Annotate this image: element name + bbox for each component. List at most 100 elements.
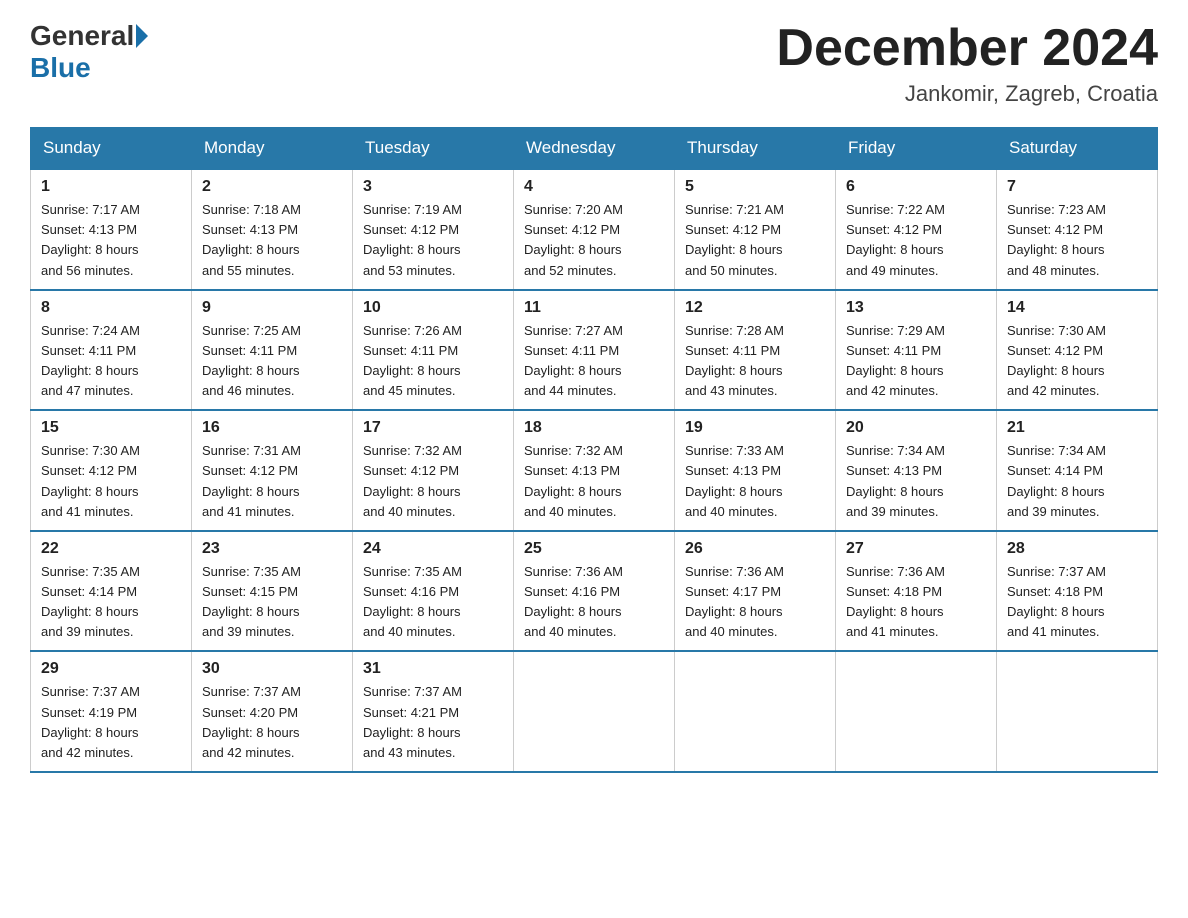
logo-general-text: General bbox=[30, 20, 134, 52]
day-info: Sunrise: 7:19 AMSunset: 4:12 PMDaylight:… bbox=[363, 200, 503, 281]
day-number: 11 bbox=[524, 299, 664, 317]
day-info: Sunrise: 7:37 AMSunset: 4:19 PMDaylight:… bbox=[41, 682, 181, 763]
day-cell-13: 13 Sunrise: 7:29 AMSunset: 4:11 PMDayligh… bbox=[836, 290, 997, 411]
day-number: 18 bbox=[524, 419, 664, 437]
day-info: Sunrise: 7:33 AMSunset: 4:13 PMDaylight:… bbox=[685, 441, 825, 522]
day-number: 13 bbox=[846, 299, 986, 317]
day-cell-8: 8 Sunrise: 7:24 AMSunset: 4:11 PMDaylight… bbox=[31, 290, 192, 411]
day-cell-24: 24Sunrise: 7:35 AMSunset: 4:16 PMDayligh… bbox=[353, 531, 514, 652]
day-number: 6 bbox=[846, 178, 986, 196]
day-number: 27 bbox=[846, 540, 986, 558]
empty-cell bbox=[675, 651, 836, 772]
day-number: 7 bbox=[1007, 178, 1147, 196]
day-cell-16: 16 Sunrise: 7:31 AMSunset: 4:12 PMDayligh… bbox=[192, 410, 353, 531]
month-title: December 2024 bbox=[776, 20, 1158, 77]
week-row-4: 22Sunrise: 7:35 AMSunset: 4:14 PMDayligh… bbox=[31, 531, 1158, 652]
weekday-header-row: SundayMondayTuesdayWednesdayThursdayFrid… bbox=[31, 128, 1158, 170]
day-cell-15: 15 Sunrise: 7:30 AMSunset: 4:12 PMDayligh… bbox=[31, 410, 192, 531]
day-number: 20 bbox=[846, 419, 986, 437]
day-info: Sunrise: 7:34 AMSunset: 4:13 PMDaylight:… bbox=[846, 441, 986, 522]
day-cell-1: 1Sunrise: 7:17 AMSunset: 4:13 PMDaylight… bbox=[31, 169, 192, 290]
logo-blue-text: Blue bbox=[30, 52, 91, 83]
day-info: Sunrise: 7:32 AMSunset: 4:12 PMDaylight:… bbox=[363, 441, 503, 522]
day-number: 14 bbox=[1007, 299, 1147, 317]
day-number: 30 bbox=[202, 660, 342, 678]
weekday-header-saturday: Saturday bbox=[997, 128, 1158, 170]
day-number: 15 bbox=[41, 419, 181, 437]
day-info: Sunrise: 7:30 AMSunset: 4:12 PMDaylight:… bbox=[41, 441, 181, 522]
day-number: 8 bbox=[41, 299, 181, 317]
day-info: Sunrise: 7:35 AMSunset: 4:15 PMDaylight:… bbox=[202, 562, 342, 643]
day-info: Sunrise: 7:29 AMSunset: 4:11 PMDaylight:… bbox=[846, 321, 986, 402]
weekday-header-wednesday: Wednesday bbox=[514, 128, 675, 170]
empty-cell bbox=[514, 651, 675, 772]
day-number: 24 bbox=[363, 540, 503, 558]
day-cell-11: 11 Sunrise: 7:27 AMSunset: 4:11 PMDayligh… bbox=[514, 290, 675, 411]
day-number: 21 bbox=[1007, 419, 1147, 437]
day-number: 31 bbox=[363, 660, 503, 678]
day-number: 25 bbox=[524, 540, 664, 558]
title-section: December 2024 Jankomir, Zagreb, Croatia bbox=[776, 20, 1158, 107]
calendar-table: SundayMondayTuesdayWednesdayThursdayFrid… bbox=[30, 127, 1158, 773]
day-info: Sunrise: 7:32 AMSunset: 4:13 PMDaylight:… bbox=[524, 441, 664, 522]
week-row-1: 1Sunrise: 7:17 AMSunset: 4:13 PMDaylight… bbox=[31, 169, 1158, 290]
day-cell-14: 14 Sunrise: 7:30 AMSunset: 4:12 PMDayligh… bbox=[997, 290, 1158, 411]
day-info: Sunrise: 7:31 AMSunset: 4:12 PMDaylight:… bbox=[202, 441, 342, 522]
day-info: Sunrise: 7:37 AMSunset: 4:20 PMDaylight:… bbox=[202, 682, 342, 763]
day-cell-29: 29 Sunrise: 7:37 AMSunset: 4:19 PMDayligh… bbox=[31, 651, 192, 772]
day-info: Sunrise: 7:26 AMSunset: 4:11 PMDaylight:… bbox=[363, 321, 503, 402]
day-cell-23: 23 Sunrise: 7:35 AMSunset: 4:15 PMDayligh… bbox=[192, 531, 353, 652]
day-info: Sunrise: 7:34 AMSunset: 4:14 PMDaylight:… bbox=[1007, 441, 1147, 522]
day-cell-12: 12Sunrise: 7:28 AMSunset: 4:11 PMDayligh… bbox=[675, 290, 836, 411]
day-cell-3: 3Sunrise: 7:19 AMSunset: 4:12 PMDaylight… bbox=[353, 169, 514, 290]
day-cell-9: 9Sunrise: 7:25 AMSunset: 4:11 PMDaylight… bbox=[192, 290, 353, 411]
day-info: Sunrise: 7:27 AMSunset: 4:11 PMDaylight:… bbox=[524, 321, 664, 402]
week-row-5: 29 Sunrise: 7:37 AMSunset: 4:19 PMDayligh… bbox=[31, 651, 1158, 772]
day-cell-19: 19 Sunrise: 7:33 AMSunset: 4:13 PMDayligh… bbox=[675, 410, 836, 531]
day-info: Sunrise: 7:36 AMSunset: 4:17 PMDaylight:… bbox=[685, 562, 825, 643]
day-cell-5: 5 Sunrise: 7:21 AMSunset: 4:12 PMDaylight… bbox=[675, 169, 836, 290]
day-info: Sunrise: 7:37 AMSunset: 4:21 PMDaylight:… bbox=[363, 682, 503, 763]
day-cell-28: 28Sunrise: 7:37 AMSunset: 4:18 PMDayligh… bbox=[997, 531, 1158, 652]
day-info: Sunrise: 7:36 AMSunset: 4:16 PMDaylight:… bbox=[524, 562, 664, 643]
weekday-header-friday: Friday bbox=[836, 128, 997, 170]
day-cell-7: 7 Sunrise: 7:23 AMSunset: 4:12 PMDaylight… bbox=[997, 169, 1158, 290]
day-number: 17 bbox=[363, 419, 503, 437]
day-cell-27: 27 Sunrise: 7:36 AMSunset: 4:18 PMDayligh… bbox=[836, 531, 997, 652]
day-cell-21: 21 Sunrise: 7:34 AMSunset: 4:14 PMDayligh… bbox=[997, 410, 1158, 531]
week-row-3: 15 Sunrise: 7:30 AMSunset: 4:12 PMDayligh… bbox=[31, 410, 1158, 531]
page-header: General Blue December 2024 Jankomir, Zag… bbox=[30, 20, 1158, 107]
day-number: 4 bbox=[524, 178, 664, 196]
day-cell-4: 4 Sunrise: 7:20 AMSunset: 4:12 PMDaylight… bbox=[514, 169, 675, 290]
day-cell-17: 17 Sunrise: 7:32 AMSunset: 4:12 PMDayligh… bbox=[353, 410, 514, 531]
weekday-header-tuesday: Tuesday bbox=[353, 128, 514, 170]
day-number: 26 bbox=[685, 540, 825, 558]
day-info: Sunrise: 7:17 AMSunset: 4:13 PMDaylight:… bbox=[41, 200, 181, 281]
logo: General Blue bbox=[30, 20, 150, 84]
day-number: 10 bbox=[363, 299, 503, 317]
day-info: Sunrise: 7:22 AMSunset: 4:12 PMDaylight:… bbox=[846, 200, 986, 281]
day-cell-30: 30 Sunrise: 7:37 AMSunset: 4:20 PMDayligh… bbox=[192, 651, 353, 772]
weekday-header-sunday: Sunday bbox=[31, 128, 192, 170]
day-cell-20: 20 Sunrise: 7:34 AMSunset: 4:13 PMDayligh… bbox=[836, 410, 997, 531]
day-number: 2 bbox=[202, 178, 342, 196]
day-number: 16 bbox=[202, 419, 342, 437]
weekday-header-monday: Monday bbox=[192, 128, 353, 170]
day-number: 5 bbox=[685, 178, 825, 196]
day-number: 29 bbox=[41, 660, 181, 678]
day-cell-22: 22Sunrise: 7:35 AMSunset: 4:14 PMDayligh… bbox=[31, 531, 192, 652]
day-info: Sunrise: 7:23 AMSunset: 4:12 PMDaylight:… bbox=[1007, 200, 1147, 281]
day-info: Sunrise: 7:35 AMSunset: 4:14 PMDaylight:… bbox=[41, 562, 181, 643]
day-number: 23 bbox=[202, 540, 342, 558]
logo-arrow-icon bbox=[136, 24, 148, 48]
day-cell-18: 18 Sunrise: 7:32 AMSunset: 4:13 PMDayligh… bbox=[514, 410, 675, 531]
day-info: Sunrise: 7:20 AMSunset: 4:12 PMDaylight:… bbox=[524, 200, 664, 281]
day-info: Sunrise: 7:36 AMSunset: 4:18 PMDaylight:… bbox=[846, 562, 986, 643]
day-info: Sunrise: 7:30 AMSunset: 4:12 PMDaylight:… bbox=[1007, 321, 1147, 402]
day-info: Sunrise: 7:25 AMSunset: 4:11 PMDaylight:… bbox=[202, 321, 342, 402]
day-cell-25: 25 Sunrise: 7:36 AMSunset: 4:16 PMDayligh… bbox=[514, 531, 675, 652]
day-number: 19 bbox=[685, 419, 825, 437]
day-info: Sunrise: 7:28 AMSunset: 4:11 PMDaylight:… bbox=[685, 321, 825, 402]
day-info: Sunrise: 7:24 AMSunset: 4:11 PMDaylight:… bbox=[41, 321, 181, 402]
day-info: Sunrise: 7:21 AMSunset: 4:12 PMDaylight:… bbox=[685, 200, 825, 281]
